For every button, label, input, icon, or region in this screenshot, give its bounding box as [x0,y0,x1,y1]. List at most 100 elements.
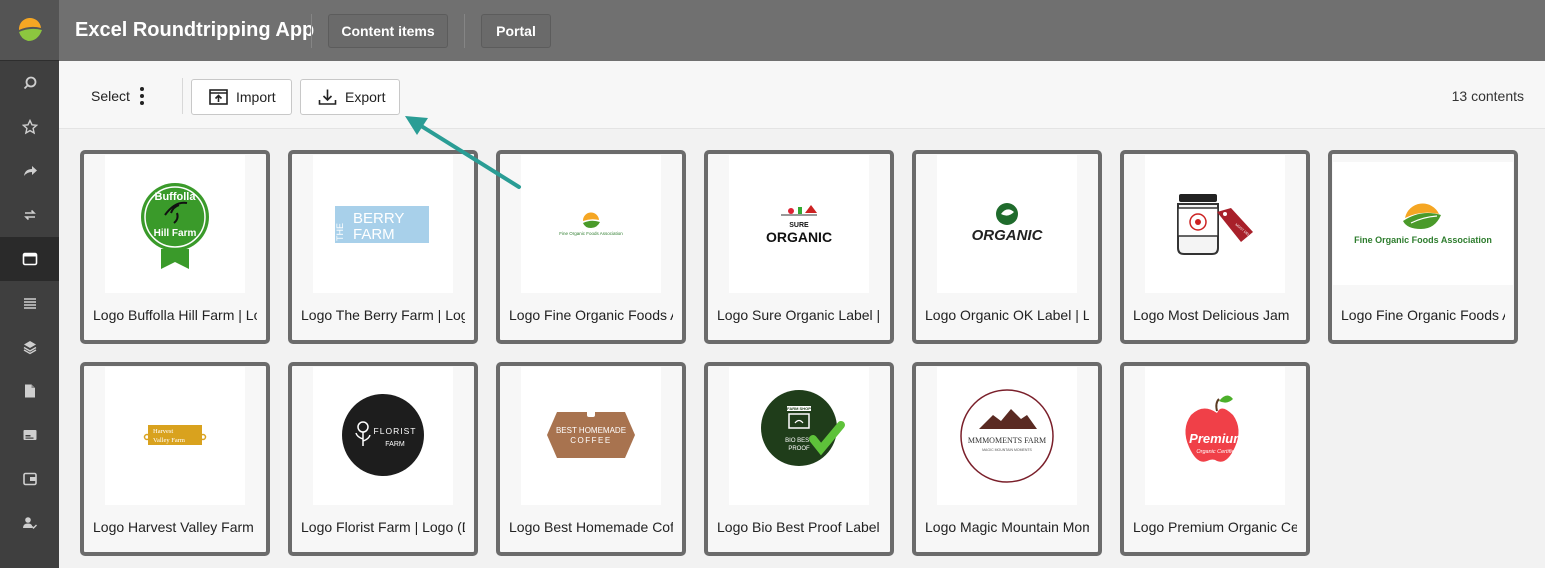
star-icon [21,119,38,135]
select-menu-button[interactable]: Select [91,87,144,105]
logo-text: BERRY [353,210,404,227]
logo-thumbnail: Premium Organic Certified [1145,367,1285,505]
logo-text: MMMOMENTS FARM [968,436,1046,445]
card-caption: Logo Florist Farm | Logo (Dark) [301,519,465,535]
content-card[interactable]: Premium Organic Certified Logo Premium O… [1120,362,1310,556]
logo-text: COFFEE [570,436,611,445]
content-card[interactable]: FARM SHOP BIO BEST PROOF Logo Bio Best P… [704,362,894,556]
top-bar: Excel Roundtripping App Content items Po… [59,0,1545,61]
card-caption: Logo Harvest Valley Farm [93,519,254,535]
rail-layers[interactable] [0,325,59,369]
logo-text: Valley Farm [153,437,185,444]
user-check-icon [22,517,37,529]
card-caption: Logo Fine Organic Foods Association [509,307,673,323]
logo-thumbnail: THE BERRY FARM [313,155,453,293]
select-label: Select [91,88,130,104]
card-caption: Logo Buffolla Hill Farm | Logo [93,307,257,323]
tab-content-items[interactable]: Content items [328,13,448,48]
left-rail [0,0,59,568]
app-title: Excel Roundtripping App [75,19,315,41]
document-icon [24,384,35,398]
logo-text: Hill Farm [154,228,197,239]
toolbar: Select Import Export 13 contents [59,61,1545,129]
logo-text: Buffolla [155,191,197,203]
logo-text: PROOF [788,446,810,452]
logo-thumbnail: MMMOMENTS FARM MAGIC MOUNTAIN MOMENTS [937,367,1077,505]
rail-user-check[interactable] [0,501,59,545]
layers-icon [23,341,36,355]
logo-text: SURE [789,222,809,229]
card-caption: Logo The Berry Farm | Logo [301,307,465,323]
content-card[interactable]: FLORIST FARM Logo Florist Farm | Logo (D… [288,362,478,556]
wallet-icon [22,472,37,486]
rail-swap[interactable] [0,193,59,237]
rail-wallet[interactable] [0,457,59,501]
export-label: Export [345,89,386,105]
more-vertical-icon [139,87,144,105]
logo-text: Premium [1189,431,1245,446]
card-caption: Logo Fine Organic Foods Association [1341,307,1505,323]
rail-search[interactable] [0,61,59,105]
content-card[interactable]: SURE ORGANIC Logo Sure Organic Label | L… [704,150,894,344]
tab-portal[interactable]: Portal [481,13,551,48]
export-button[interactable]: Export [300,79,400,115]
logo-text: BIO BEST [785,438,813,444]
logo-text: Fine Organic Foods Association [559,231,623,236]
logo-text: Harvest [153,428,173,435]
content-card[interactable]: Fine Organic Foods Association Logo Fine… [1328,150,1518,344]
divider [182,78,183,114]
logo-text: FARM SHOP [787,406,811,411]
import-button[interactable]: Import [191,79,292,115]
import-label: Import [236,89,276,105]
download-icon [318,89,337,105]
logo-thumbnail: Buffolla Hill Farm [105,155,245,293]
card-caption: Logo Most Delicious Jam [1133,307,1290,323]
divider [464,13,465,48]
card-caption: Logo Best Homemade Coffee [509,519,673,535]
logo-text: BEST HOMEMADE [556,426,626,435]
logo-thumbnail: FARM SHOP BIO BEST PROOF [729,367,869,505]
content-card[interactable]: ORGANIC Logo Organic OK Label | Logo [912,150,1102,344]
card-caption: Logo Organic OK Label | Logo [925,307,1089,323]
logo-text: ORGANIC [766,229,832,245]
logo-thumbnail: Fine Organic Foods Association [521,155,661,293]
content-card[interactable]: BEST HOMEMADE COFFEE Logo Best Homemade … [496,362,686,556]
logo-thumbnail: SURE ORGANIC [729,155,869,293]
content-card[interactable]: THE BERRY FARM Logo The Berry Farm | Log… [288,150,478,344]
logo-thumbnail: Fine Organic Foods Association [1333,162,1513,285]
rail-document[interactable] [0,369,59,413]
share-arrow-icon [23,166,37,176]
logo-thumbnail: Harvest Valley Farm [105,367,245,505]
swap-icon [23,209,36,221]
content-card[interactable]: Buffolla Hill Farm Logo Buffolla Hill Fa… [80,150,270,344]
divider [311,13,312,48]
rail-share[interactable] [0,149,59,193]
card-caption: Logo Magic Mountain Moments [925,519,1089,535]
card-caption: Logo Sure Organic Label | Logo [717,307,881,323]
logo-text: THE [335,223,345,241]
logo-text: FARM [385,441,405,448]
content-card[interactable]: Harvest Valley Farm Logo Harvest Valley … [80,362,270,556]
rail-content-items[interactable] [0,237,59,281]
logo-text: ORGANIC [972,227,1044,244]
content-grid: Buffolla Hill Farm Logo Buffolla Hill Fa… [59,130,1545,568]
app-logo-icon[interactable] [0,0,59,61]
content-card[interactable]: MOST DELICIOUS JAM Logo Most Delicious J… [1120,150,1310,344]
list-icon [23,298,36,309]
card-caption: Logo Premium Organic Certified [1133,519,1297,535]
window-icon [22,252,37,266]
logo-text: Organic Certified [1196,449,1238,455]
rail-favorites[interactable] [0,105,59,149]
content-card[interactable]: Fine Organic Foods Association Logo Fine… [496,150,686,344]
logo-text: FARM [353,226,395,243]
logo-text: Fine Organic Foods Association [1354,235,1492,245]
import-icon [209,89,228,105]
content-count: 13 contents [1451,88,1524,104]
logo-text: MAGIC MOUNTAIN MOMENTS [982,448,1032,452]
search-icon [23,76,36,90]
rail-card[interactable] [0,413,59,457]
logo-text: FLORIST [374,426,417,436]
rail-list[interactable] [0,281,59,325]
logo-thumbnail: BEST HOMEMADE COFFEE [521,367,661,505]
content-card[interactable]: MMMOMENTS FARM MAGIC MOUNTAIN MOMENTS Lo… [912,362,1102,556]
